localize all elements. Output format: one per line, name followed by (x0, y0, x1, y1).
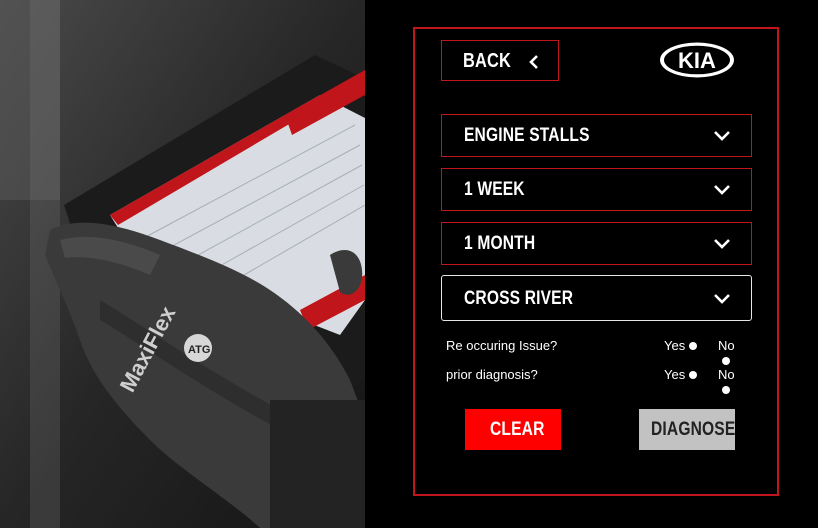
back-label: BACK (463, 50, 512, 72)
duration-select-value: 1 WEEK (464, 179, 525, 200)
radio-no-label: No (718, 367, 735, 382)
location-select[interactable]: CROSS RIVER (441, 275, 752, 321)
chevron-down-icon (714, 239, 730, 249)
symptom-select[interactable]: ENGINE STALLS (441, 114, 752, 157)
radio-dot-icon (722, 386, 730, 394)
prior-yes-radio[interactable]: Yes (664, 367, 698, 382)
chevron-down-icon (714, 294, 730, 304)
technician-tablet-illustration: MaxiFlex ATG (0, 0, 365, 528)
clear-button[interactable]: CLEAR (465, 409, 561, 450)
chevron-down-icon (714, 131, 730, 141)
back-button[interactable]: BACK (441, 40, 559, 81)
prior-diagnosis-question: prior diagnosis? Yes No (446, 365, 746, 394)
chevron-down-icon (714, 185, 730, 195)
recurring-no-radio[interactable]: No (718, 338, 746, 368)
last-service-select-value: 1 MONTH (464, 233, 536, 254)
kia-logo: KIA (658, 40, 736, 80)
recurring-issue-label: Re occuring Issue? (446, 338, 558, 353)
radio-yes-label: Yes (664, 338, 686, 353)
last-service-select[interactable]: 1 MONTH (441, 222, 752, 265)
svg-text:KIA: KIA (678, 48, 716, 73)
prior-diagnosis-label: prior diagnosis? (446, 367, 538, 382)
prior-no-radio[interactable]: No (718, 367, 746, 397)
recurring-issue-question: Re occuring Issue? Yes No (446, 336, 746, 365)
location-select-value: CROSS RIVER (464, 288, 574, 309)
radio-dot-icon (689, 342, 698, 350)
duration-select[interactable]: 1 WEEK (441, 168, 752, 211)
symptom-select-value: ENGINE STALLS (464, 125, 590, 146)
radio-dot-icon (689, 371, 698, 379)
hero-photo: MaxiFlex ATG (0, 0, 365, 528)
chevron-left-icon (529, 55, 538, 69)
recurring-yes-radio[interactable]: Yes (664, 338, 698, 353)
radio-dot-icon (722, 357, 730, 365)
diagnose-label: DIAGNOSE (651, 419, 736, 440)
diagnose-button[interactable]: DIAGNOSE (639, 409, 735, 450)
glove-badge-text: ATG (188, 344, 210, 356)
kia-logo-icon: KIA (660, 42, 734, 78)
radio-yes-label: Yes (664, 367, 686, 382)
clear-label: CLEAR (490, 419, 545, 440)
radio-no-label: No (718, 338, 735, 353)
diagnosis-panel: BACK KIA ENGINE STALLS 1 WEEK 1 MONTH CR… (365, 0, 818, 528)
